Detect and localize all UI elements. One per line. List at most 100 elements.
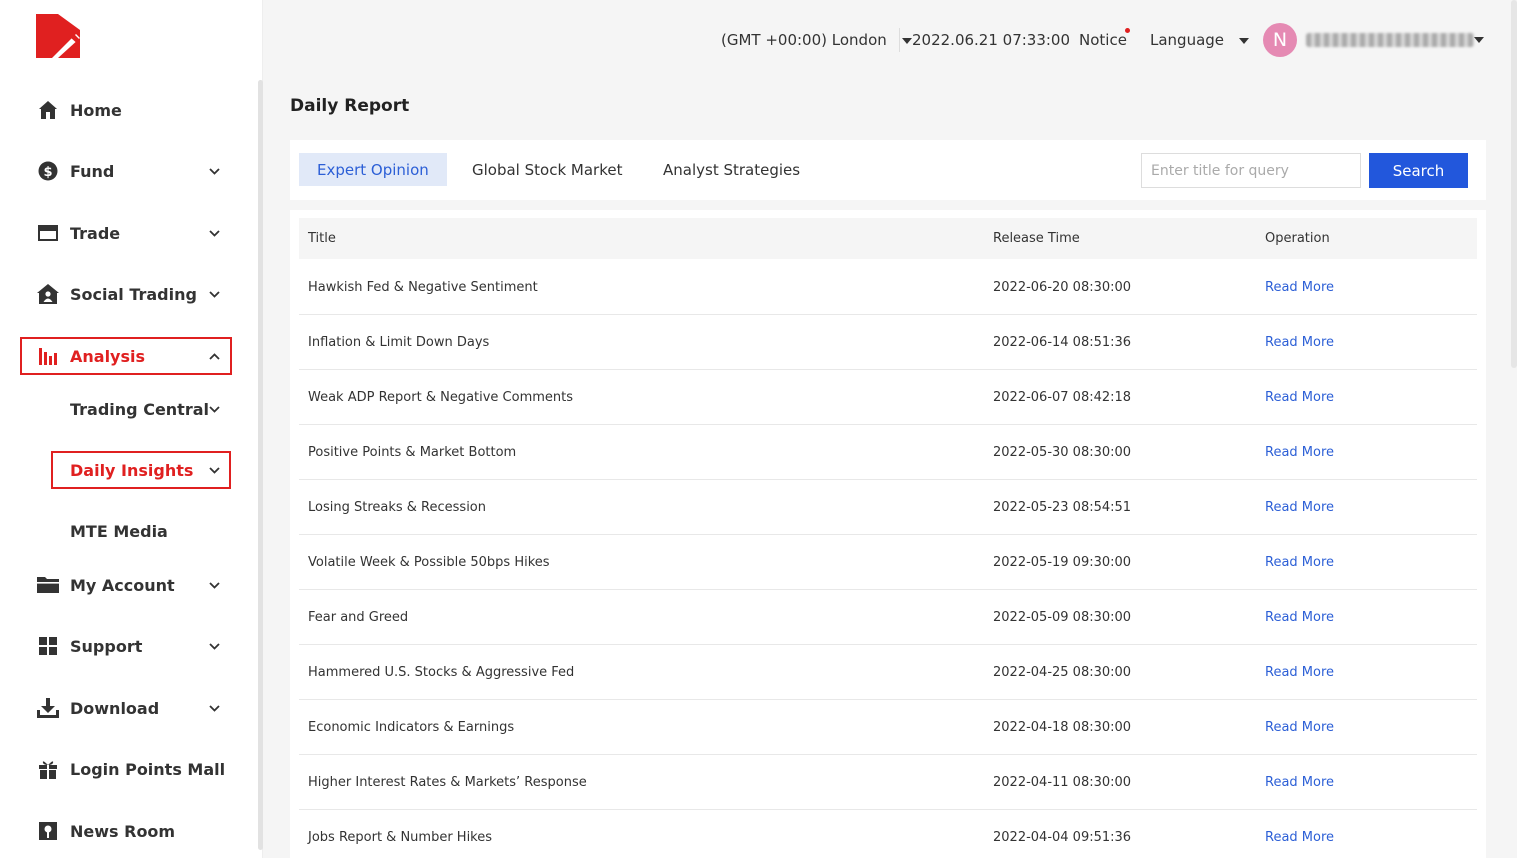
filter-bar: Expert Opinion Global Stock Market Analy… <box>290 140 1486 200</box>
sidebar-item-label: Daily Insights <box>70 460 194 480</box>
sidebar-item-download[interactable]: Download <box>0 689 250 727</box>
gift-icon <box>37 758 59 780</box>
read-more-link[interactable]: Read More <box>1265 610 1334 625</box>
sidebar-item-label: Home <box>70 100 122 120</box>
read-more-link[interactable]: Read More <box>1265 390 1334 405</box>
sidebar-item-social-trading[interactable]: Social Trading <box>0 275 250 313</box>
timezone-selector[interactable]: (GMT +00:00) London <box>721 31 912 49</box>
sidebar-item-news-room[interactable]: News Room <box>0 812 250 850</box>
grid-icon <box>37 635 59 657</box>
read-more-link[interactable]: Read More <box>1265 775 1334 790</box>
row-release-time: 2022-04-04 09:51:36 <box>993 830 1132 845</box>
table-row: Losing Streaks & Recession 2022-05-23 08:… <box>299 480 1477 535</box>
download-icon <box>37 697 59 719</box>
column-header-release-time: Release Time <box>993 231 1080 246</box>
row-title: Weak ADP Report & Negative Comments <box>308 390 574 405</box>
notice-badge-dot <box>1125 28 1130 33</box>
column-header-operation: Operation <box>1265 231 1330 246</box>
tab-global-stock-market[interactable]: Global Stock Market <box>454 153 640 186</box>
sidebar: Home $ Fund Trade Social Trading Analysi… <box>0 0 263 858</box>
read-more-link[interactable]: Read More <box>1265 445 1334 460</box>
chevron-down-icon <box>207 287 221 301</box>
chevron-up-icon <box>207 349 221 363</box>
row-release-time: 2022-04-11 08:30:00 <box>993 775 1132 790</box>
username-blurred[interactable] <box>1306 33 1474 47</box>
dollar-circle-icon: $ <box>37 160 59 182</box>
notice-link[interactable]: Notice <box>1079 31 1127 49</box>
sidebar-item-label: Social Trading <box>70 284 197 304</box>
table-header: Title Release Time Operation <box>299 218 1477 259</box>
table-row: Hawkish Fed & Negative Sentiment 2022-06-… <box>299 260 1477 315</box>
row-title: Higher Interest Rates & Markets’ Respons… <box>308 775 587 790</box>
row-release-time: 2022-06-07 08:42:18 <box>993 390 1132 405</box>
sidebar-item-login-points-mall[interactable]: Login Points Mall <box>0 750 250 788</box>
sidebar-item-support[interactable]: Support <box>0 627 250 665</box>
row-release-time: 2022-06-20 08:30:00 <box>993 280 1132 295</box>
row-title: Positive Points & Market Bottom <box>308 445 517 460</box>
table-row: Inflation & Limit Down Days 2022-06-14 08… <box>299 315 1477 370</box>
table-row: Hammered U.S. Stocks & Aggressive Fed 202… <box>299 645 1477 700</box>
brand-logo[interactable] <box>36 14 80 58</box>
row-title: Hammered U.S. Stocks & Aggressive Fed <box>308 665 575 680</box>
chevron-down-icon <box>207 164 221 178</box>
sidebar-item-label: Login Points Mall <box>70 759 226 779</box>
row-title: Hawkish Fed & Negative Sentiment <box>308 280 538 295</box>
row-title: Economic Indicators & Earnings <box>308 720 515 735</box>
chevron-down-icon <box>207 226 221 240</box>
sidebar-item-fund[interactable]: $ Fund <box>0 152 250 190</box>
column-header-title: Title <box>308 231 336 246</box>
table-row: Fear and Greed 2022-05-09 08:30:00 Read Mo… <box>299 590 1477 645</box>
read-more-link[interactable]: Read More <box>1265 830 1334 845</box>
tab-expert-opinion[interactable]: Expert Opinion <box>299 153 447 186</box>
tab-analyst-strategies[interactable]: Analyst Strategies <box>645 153 818 186</box>
row-release-time: 2022-05-09 08:30:00 <box>993 610 1132 625</box>
row-release-time: 2022-05-23 08:54:51 <box>993 500 1132 515</box>
read-more-link[interactable]: Read More <box>1265 665 1334 680</box>
row-title: Inflation & Limit Down Days <box>308 335 490 350</box>
sidebar-item-label: Download <box>70 698 160 718</box>
table-row: Economic Indicators & Earnings 2022-04-18… <box>299 700 1477 755</box>
read-more-link[interactable]: Read More <box>1265 555 1334 570</box>
user-menu-caret-icon[interactable] <box>1474 37 1484 43</box>
table-row: Higher Interest Rates & Markets’ Respons… <box>299 755 1477 810</box>
language-label: Language <box>1150 31 1225 49</box>
row-release-time: 2022-05-30 08:30:00 <box>993 445 1132 460</box>
sidebar-item-mte-media[interactable]: MTE Media <box>0 512 250 550</box>
table-row: Volatile Week & Possible 50bps Hikes 2022… <box>299 535 1477 590</box>
read-more-link[interactable]: Read More <box>1265 335 1334 350</box>
read-more-link[interactable]: Read More <box>1265 720 1334 735</box>
search-button[interactable]: Search <box>1369 153 1468 188</box>
page-scrollbar[interactable] <box>1511 0 1517 368</box>
sidebar-item-label: Analysis <box>70 346 146 366</box>
row-release-time: 2022-05-19 09:30:00 <box>993 555 1132 570</box>
home-icon <box>37 99 59 121</box>
caret-down-icon <box>1238 37 1249 44</box>
avatar[interactable]: N <box>1263 23 1297 57</box>
chevron-down-icon <box>207 402 221 416</box>
read-more-link[interactable]: Read More <box>1265 500 1334 515</box>
news-icon <box>37 820 59 842</box>
chevron-down-icon <box>207 701 221 715</box>
chevron-down-icon <box>207 463 221 477</box>
row-release-time: 2022-06-14 08:51:36 <box>993 335 1132 350</box>
sidebar-item-daily-insights[interactable]: Daily Insights <box>0 451 250 489</box>
chevron-down-icon <box>207 639 221 653</box>
language-selector[interactable]: Language <box>1150 31 1249 49</box>
read-more-link[interactable]: Read More <box>1265 280 1334 295</box>
page-title: Daily Report <box>290 96 410 116</box>
sidebar-item-trade[interactable]: Trade <box>0 214 250 252</box>
caret-down-icon <box>901 37 912 44</box>
sidebar-scrollbar[interactable] <box>258 80 263 850</box>
report-table: Title Release Time Operation Hawkish Fed… <box>290 210 1486 858</box>
table-row: Jobs Report & Number Hikes 2022-04-04 09:… <box>299 810 1477 858</box>
search-input[interactable] <box>1141 153 1361 188</box>
current-datetime: 2022.06.21 07:33:00 <box>912 31 1071 49</box>
row-title: Fear and Greed <box>308 610 409 625</box>
sidebar-item-analysis[interactable]: Analysis <box>0 337 250 375</box>
sidebar-item-label: Trading Central <box>70 399 209 419</box>
svg-text:$: $ <box>43 165 52 180</box>
sidebar-item-label: My Account <box>70 575 175 595</box>
sidebar-item-my-account[interactable]: My Account <box>0 566 250 604</box>
sidebar-item-home[interactable]: Home <box>0 91 250 129</box>
sidebar-item-trading-central[interactable]: Trading Central <box>0 390 250 428</box>
